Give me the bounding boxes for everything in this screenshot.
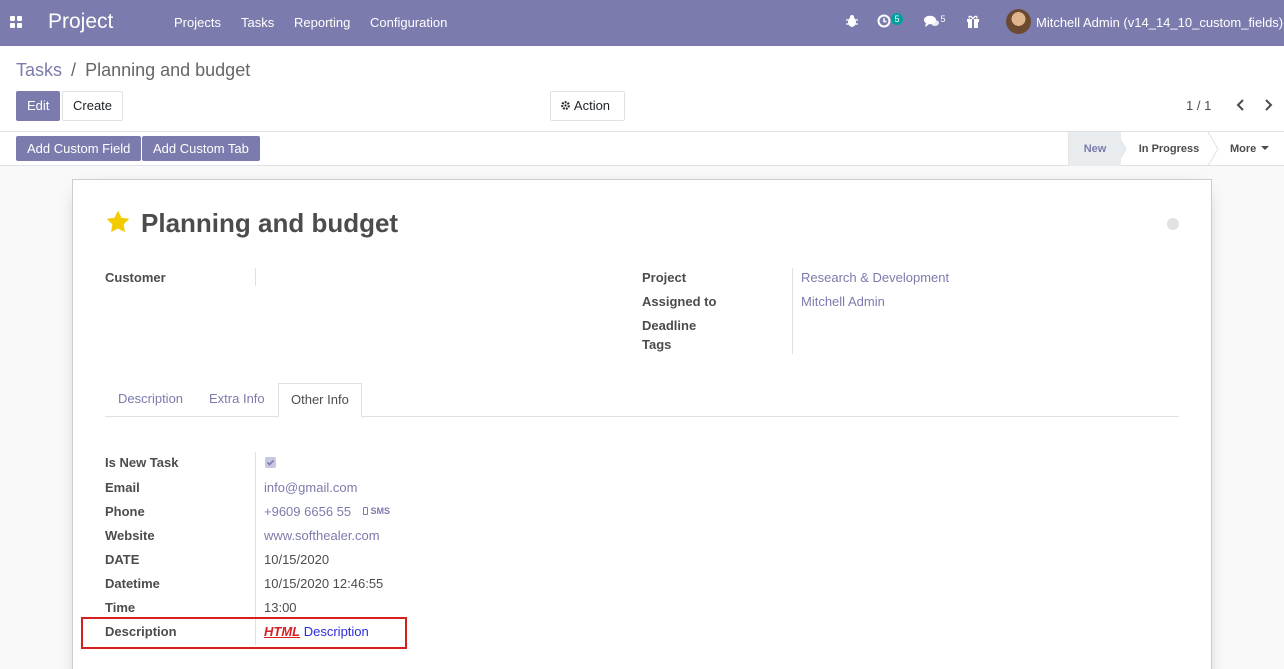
action-button-label: Action <box>573 98 611 113</box>
form-sheet: Planning and budget Customer Project Res… <box>72 179 1212 669</box>
deadline-label: Deadline <box>642 318 697 333</box>
tab-other-info[interactable]: Other Info <box>278 383 362 418</box>
date-label: DATE <box>105 552 140 567</box>
caret-down-icon <box>1261 146 1270 150</box>
assigned-to-label: Assigned to <box>642 294 717 309</box>
stage-more-dropdown[interactable]: More <box>1220 132 1270 166</box>
customer-label: Customer <box>105 270 166 285</box>
phone-label: Phone <box>105 504 145 519</box>
menu-projects[interactable]: Projects <box>174 15 221 30</box>
menu-configuration[interactable]: Configuration <box>370 15 447 30</box>
description-html-text: Description <box>303 624 369 639</box>
mobile-phone-icon <box>363 507 368 515</box>
is-new-task-checkbox[interactable] <box>265 457 276 468</box>
edit-button[interactable]: Edit <box>16 91 61 121</box>
pager-previous-icon[interactable] <box>1234 95 1248 115</box>
breadcrumb: Tasks / Planning and budget <box>16 60 250 81</box>
description-html-value: HTML Description <box>264 624 369 639</box>
priority-star-icon[interactable] <box>105 209 131 235</box>
debug-bug-icon[interactable] <box>845 14 859 31</box>
app-name[interactable]: Project <box>48 10 113 34</box>
tab-extra-info[interactable]: Extra Info <box>197 383 277 417</box>
menu-tasks[interactable]: Tasks <box>241 15 274 30</box>
datetime-label: Datetime <box>105 576 160 591</box>
control-panel: Tasks / Planning and budget Edit Create … <box>0 46 1284 132</box>
apps-menu-icon[interactable] <box>10 16 23 29</box>
activity-clock-icon[interactable] <box>877 14 891 31</box>
form-statusbar: Add Custom Field Add Custom Tab New In P… <box>0 132 1284 166</box>
assigned-to-value[interactable]: Mitchell Admin <box>801 294 885 309</box>
customer-field[interactable] <box>255 268 256 286</box>
activity-count-badge: 5 <box>891 13 903 25</box>
breadcrumb-separator: / <box>71 60 77 80</box>
add-custom-tab-button[interactable]: Add Custom Tab <box>142 136 260 161</box>
create-button[interactable]: Create <box>62 91 124 121</box>
email-value[interactable]: info@gmail.com <box>264 480 357 495</box>
phone-value[interactable]: +9609 6656 55 <box>264 504 351 519</box>
action-button[interactable]: Action <box>550 91 625 121</box>
stage-new[interactable]: New <box>1069 132 1121 166</box>
breadcrumb-current: Planning and budget <box>85 60 251 80</box>
email-label: Email <box>105 480 140 495</box>
message-count-badge: 5 <box>940 14 946 24</box>
sms-label: SMS <box>370 506 391 516</box>
tab-description[interactable]: Description <box>106 383 195 417</box>
notebook-tabs: Description Extra Info Other Info <box>105 383 1179 418</box>
date-value: 10/15/2020 <box>264 552 330 567</box>
project-value[interactable]: Research & Development <box>801 270 949 285</box>
task-title: Planning and budget <box>141 208 399 238</box>
top-navbar: Project Projects Tasks Reporting Configu… <box>0 0 1284 46</box>
website-value[interactable]: www.softhealer.com <box>264 528 380 543</box>
stage-more-label: More <box>1230 143 1257 155</box>
time-value: 13:00 <box>264 600 297 615</box>
datetime-value: 10/15/2020 12:46:55 <box>264 576 384 591</box>
kanban-state-indicator[interactable] <box>1167 218 1179 230</box>
add-custom-field-button[interactable]: Add Custom Field <box>16 136 142 161</box>
tags-label: Tags <box>642 337 672 352</box>
description-html-tag: HTML <box>264 624 301 639</box>
user-menu-name[interactable]: Mitchell Admin (v14_14_10_custom_fields) <box>1036 15 1283 30</box>
gift-icon[interactable] <box>966 14 980 31</box>
user-avatar[interactable] <box>1006 9 1031 34</box>
website-label: Website <box>105 528 155 543</box>
is-new-task-label: Is New Task <box>105 455 179 470</box>
project-label: Project <box>642 270 687 285</box>
description-label: Description <box>105 624 177 639</box>
menu-reporting[interactable]: Reporting <box>294 15 350 30</box>
pager-next-icon[interactable] <box>1261 95 1275 115</box>
stage-in-progress[interactable]: In Progress <box>1126 132 1212 166</box>
gear-icon <box>561 101 570 110</box>
time-label: Time <box>105 600 136 615</box>
right-group-divider <box>792 268 793 354</box>
pager-value[interactable]: 1 / 1 <box>1186 98 1211 113</box>
breadcrumb-tasks-link[interactable]: Tasks <box>16 60 62 80</box>
send-sms-button[interactable]: SMS <box>363 506 390 516</box>
